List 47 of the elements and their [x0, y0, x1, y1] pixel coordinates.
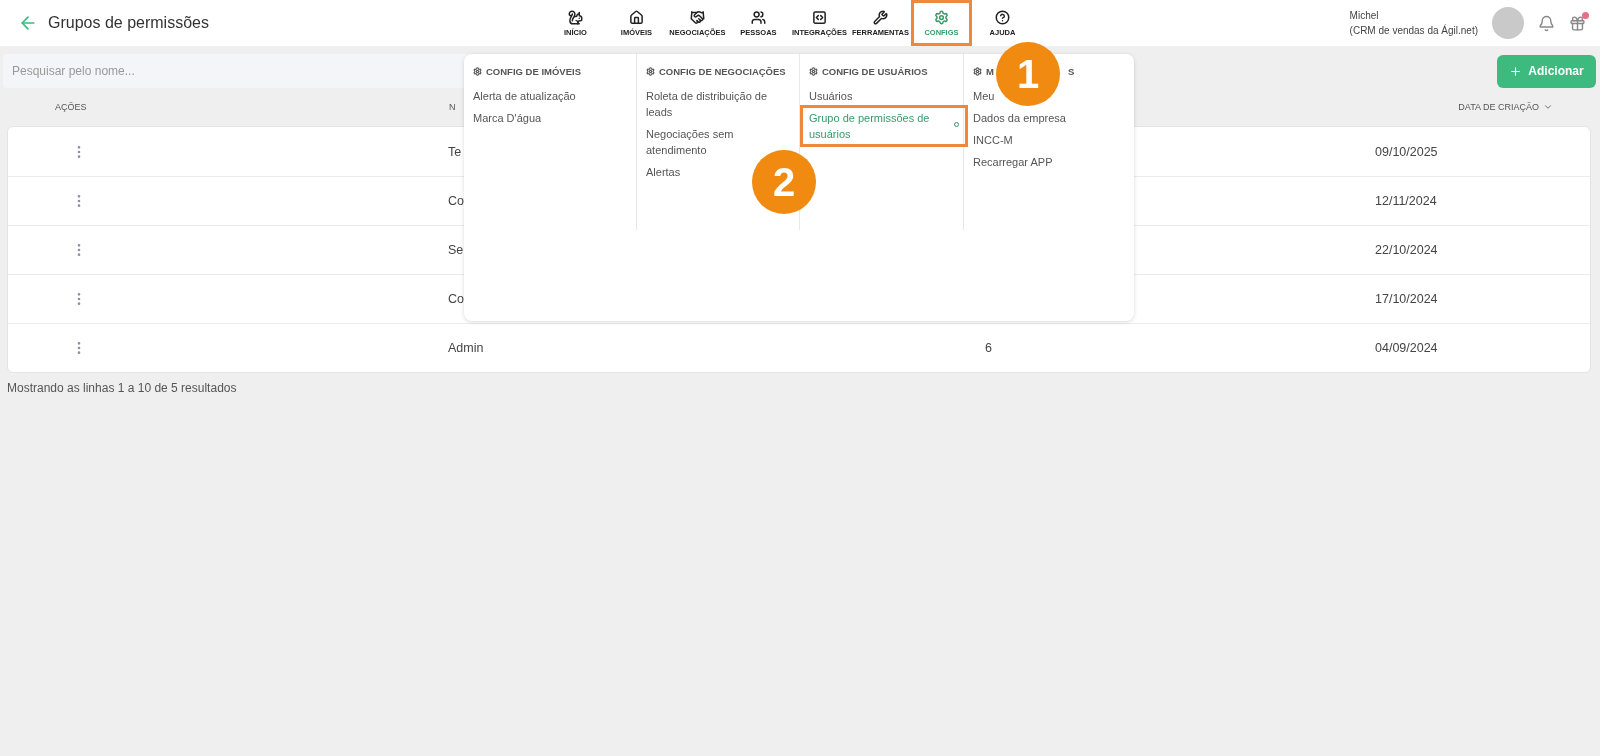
handshake-icon: [689, 9, 705, 25]
gear-icon: [646, 67, 655, 76]
table-cell-text: 17/10/2024: [1375, 292, 1439, 306]
table-cell-text: 04/09/2024: [1375, 341, 1439, 355]
bell-icon[interactable]: [1538, 14, 1555, 32]
gear-icon: [809, 67, 818, 76]
wrench-icon: [872, 9, 888, 25]
menu-item[interactable]: Marca D'água: [473, 110, 542, 126]
table-cell: Se: [448, 243, 464, 257]
menu-item[interactable]: Alertas: [646, 164, 681, 180]
code-icon: [811, 9, 827, 25]
menu-heading: CONFIG DE NEGOCIAÇÕES: [646, 66, 793, 77]
column-header[interactable]: N: [449, 102, 456, 112]
gear-icon: [973, 67, 982, 76]
menu-item[interactable]: Roleta de distribuição de leads: [646, 88, 793, 120]
menu-item[interactable]: Meu: [973, 88, 995, 104]
table-cell-text: 12/11/2024: [1375, 194, 1438, 208]
users-icon: [750, 9, 766, 25]
menu-item[interactable]: Grupo de permissões de usuários: [805, 110, 963, 142]
house-icon: [628, 9, 644, 25]
menu-item[interactable]: Dados da empresa: [973, 110, 1066, 126]
table-cell: Admin: [448, 341, 484, 355]
table-cell: Co: [448, 194, 464, 208]
menu-heading: CONFIG DE USUÁRIOS: [809, 66, 957, 77]
user-info: Michel (CRM de vendas da Ágil.net): [1349, 9, 1478, 38]
menu-item[interactable]: INCC-M: [973, 132, 1013, 148]
gift-icon[interactable]: [1569, 14, 1586, 32]
table-cell-text: 22/10/2024: [1375, 243, 1439, 257]
menu-item[interactable]: Recarregar APP: [973, 154, 1053, 170]
table-cell: 6: [985, 341, 992, 355]
results-summary: Mostrando as linhas 1 a 10 de 5 resultados: [6, 380, 238, 397]
table-cell: Co: [448, 292, 464, 306]
gear-icon: [473, 67, 482, 76]
column-header: AÇÕES: [54, 102, 88, 112]
gear-icon: [933, 9, 949, 25]
menu-item[interactable]: Usuários: [809, 88, 853, 104]
squirrel-icon: [567, 9, 583, 25]
table-cell-text: 09/10/2025: [1375, 144, 1439, 159]
help-icon: [994, 9, 1010, 25]
page-title: Grupos de permissões: [48, 14, 209, 32]
plus-icon: [1509, 64, 1523, 78]
table-cell: Te: [448, 144, 462, 159]
menu-heading: CONFIG DE IMÓVEIS: [473, 66, 630, 77]
column-header[interactable]: DATA DE CRIAÇÃO: [1458, 102, 1539, 112]
sort-icon[interactable]: [1543, 102, 1553, 112]
avatar[interactable]: [1492, 7, 1524, 39]
menu-item[interactable]: Alerta de atualização: [473, 88, 576, 104]
